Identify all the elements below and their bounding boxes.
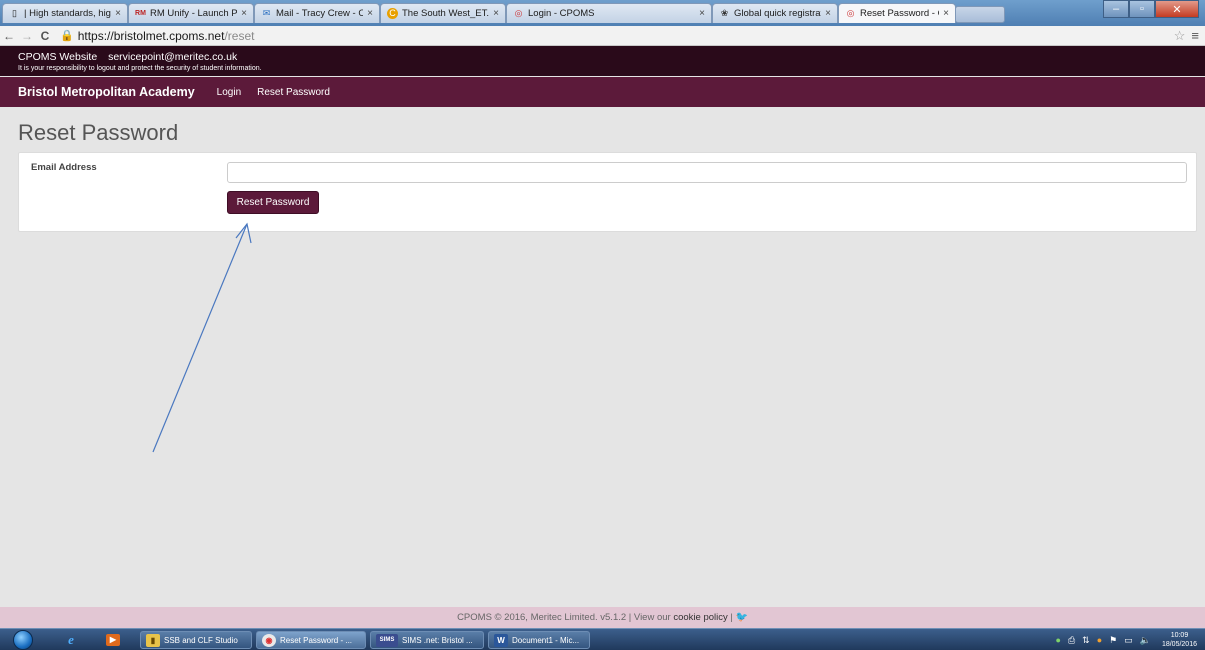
email-label: Email Address [31, 162, 97, 173]
rm-icon: RM [135, 10, 146, 17]
tab-label: Mail - Tracy Crew - Outlo [276, 8, 363, 19]
bookmark-star-icon[interactable]: ☆ [1174, 28, 1186, 44]
nav-reset-password-link[interactable]: Reset Password [257, 87, 330, 98]
twitter-icon[interactable]: 🐦 [735, 612, 747, 623]
lock-icon: 🔒 [60, 30, 74, 42]
new-tab-button[interactable] [955, 6, 1005, 23]
reset-password-button[interactable]: Reset Password [227, 191, 319, 214]
browser-tab-strip: ▯ | High standards, high exp × RM RM Uni… [0, 0, 1205, 26]
url-path: /reset [224, 28, 255, 43]
page-footer: CPOMS © 2016, Meritec Limited. v5.1.2 | … [0, 607, 1205, 628]
footer-copyright: CPOMS © 2016, Meritec Limited. v5.1.2 | … [457, 612, 674, 623]
support-email-link[interactable]: servicepoint@meritec.co.uk [108, 51, 237, 63]
cpoms-icon: ◎ [514, 8, 523, 18]
clock[interactable]: 10:09 18/05/2016 [1162, 631, 1197, 649]
cpoms-icon: ◎ [846, 8, 855, 18]
arrow-shaft [152, 223, 248, 453]
forward-icon[interactable]: → [18, 29, 36, 43]
close-tab-icon[interactable]: × [241, 8, 247, 19]
status-icon[interactable]: ● [1056, 635, 1061, 645]
system-tray: ● ⎙ ⇅ ● ⚑ ▭ 🔈 10:09 18/05/2016 [1056, 629, 1197, 650]
reload-icon[interactable]: C [36, 29, 54, 43]
network-icon[interactable]: ⇅ [1082, 635, 1090, 646]
close-tab-icon[interactable]: × [367, 8, 373, 19]
volume-icon[interactable]: 🔈 [1140, 635, 1151, 646]
taskbar-item[interactable]: SIMS SIMS .net: Bristol ... [370, 631, 484, 649]
brand-link[interactable]: Bristol Metropolitan Academy [18, 85, 195, 99]
taskbar-item-label: SIMS .net: Bristol ... [402, 635, 473, 645]
nav-login-link[interactable]: Login [217, 87, 241, 98]
tab-label: Global quick registration [734, 8, 821, 19]
maximize-icon[interactable]: ▫ [1129, 0, 1155, 18]
browser-tab[interactable]: ▯ | High standards, high exp × [2, 3, 128, 23]
taskbar-item-label: Document1 - Mic... [512, 635, 580, 645]
tab-label: Reset Password - CPOMS [860, 8, 939, 19]
address-bar: ← → C 🔒 https://bristolmet.cpoms.net/res… [0, 26, 1205, 46]
cookie-policy-link[interactable]: cookie policy [673, 612, 727, 623]
cpoms-website-link[interactable]: CPOMS Website [18, 51, 97, 63]
close-tab-icon[interactable]: × [825, 8, 831, 19]
tab-label: | High standards, high exp [24, 8, 111, 19]
browser-tab-active[interactable]: ◎ Reset Password - CPOMS × [838, 3, 956, 23]
clock-date: 18/05/2016 [1161, 641, 1197, 648]
close-tab-icon[interactable]: × [493, 8, 499, 19]
menu-icon[interactable]: ≡ [1191, 28, 1199, 43]
tab-label: The South West_ET.pdf [402, 8, 489, 19]
pdf-icon: C [387, 8, 398, 19]
security-notice: It is your responsibility to logout and … [18, 65, 262, 72]
word-icon: W [494, 633, 508, 647]
url-host: https://bristolmet.cpoms.net [77, 28, 225, 43]
mail-icon: ✉ [262, 8, 271, 18]
tab-label: Login - CPOMS [528, 8, 595, 19]
taskbar-item[interactable]: ▮ SSB and CLF Studio [140, 631, 252, 649]
taskbar-item-active[interactable]: ◉ Reset Password - ... [256, 631, 366, 649]
browser-tab[interactable]: ✉ Mail - Tracy Crew - Outlo × [254, 3, 380, 23]
browser-tab[interactable]: RM RM Unify - Launch Pad × [128, 3, 254, 23]
close-window-icon[interactable]: ✕ [1155, 0, 1199, 18]
registration-icon: ❀ [720, 8, 729, 18]
printer-icon[interactable]: ⎙ [1068, 635, 1075, 646]
folder-icon: ▮ [146, 633, 160, 647]
taskbar-item-label: Reset Password - ... [280, 635, 353, 645]
browser-tab[interactable]: C The South West_ET.pdf × [380, 3, 506, 23]
sims-icon: SIMS [376, 633, 398, 647]
reset-password-panel: Email Address Reset Password [18, 152, 1197, 232]
email-field[interactable] [227, 162, 1187, 183]
minimize-icon[interactable]: – [1103, 0, 1129, 18]
taskbar-item-label: SSB and CLF Studio [164, 635, 238, 645]
chrome-icon: ◉ [262, 633, 276, 647]
close-tab-icon[interactable]: × [699, 8, 705, 19]
clock-time: 10:09 [1170, 632, 1189, 639]
taskbar-item[interactable]: W Document1 - Mic... [488, 631, 590, 649]
display-icon[interactable]: ▭ [1124, 635, 1133, 646]
flag-icon[interactable]: ⚑ [1109, 635, 1117, 646]
close-tab-icon[interactable]: × [943, 8, 949, 19]
windows-taskbar: e ▶ ▮ SSB and CLF Studio ◉ Reset Passwor… [0, 628, 1205, 650]
site-navbar: Bristol Metropolitan Academy Login Reset… [0, 77, 1205, 107]
back-icon[interactable]: ← [0, 29, 18, 43]
browser-tab[interactable]: ❀ Global quick registration × [712, 3, 838, 23]
start-button[interactable] [6, 629, 40, 650]
internet-explorer-icon[interactable]: e [58, 631, 84, 649]
page-title: Reset Password [18, 120, 179, 145]
close-tab-icon[interactable]: × [115, 8, 121, 19]
windows-logo-icon [13, 630, 33, 650]
window-controls: – ▫ ✕ [1103, 0, 1199, 18]
tab-label: RM Unify - Launch Pad [150, 8, 238, 19]
page-icon: ▯ [12, 8, 17, 18]
browser-tab[interactable]: ◎ Login - CPOMS × [506, 3, 712, 23]
update-icon[interactable]: ● [1097, 635, 1102, 645]
site-topbar: CPOMS Website servicepoint@meritec.co.uk… [0, 46, 1205, 76]
media-player-icon[interactable]: ▶ [100, 631, 126, 649]
url-field[interactable]: 🔒 https://bristolmet.cpoms.net/reset [60, 29, 1174, 43]
